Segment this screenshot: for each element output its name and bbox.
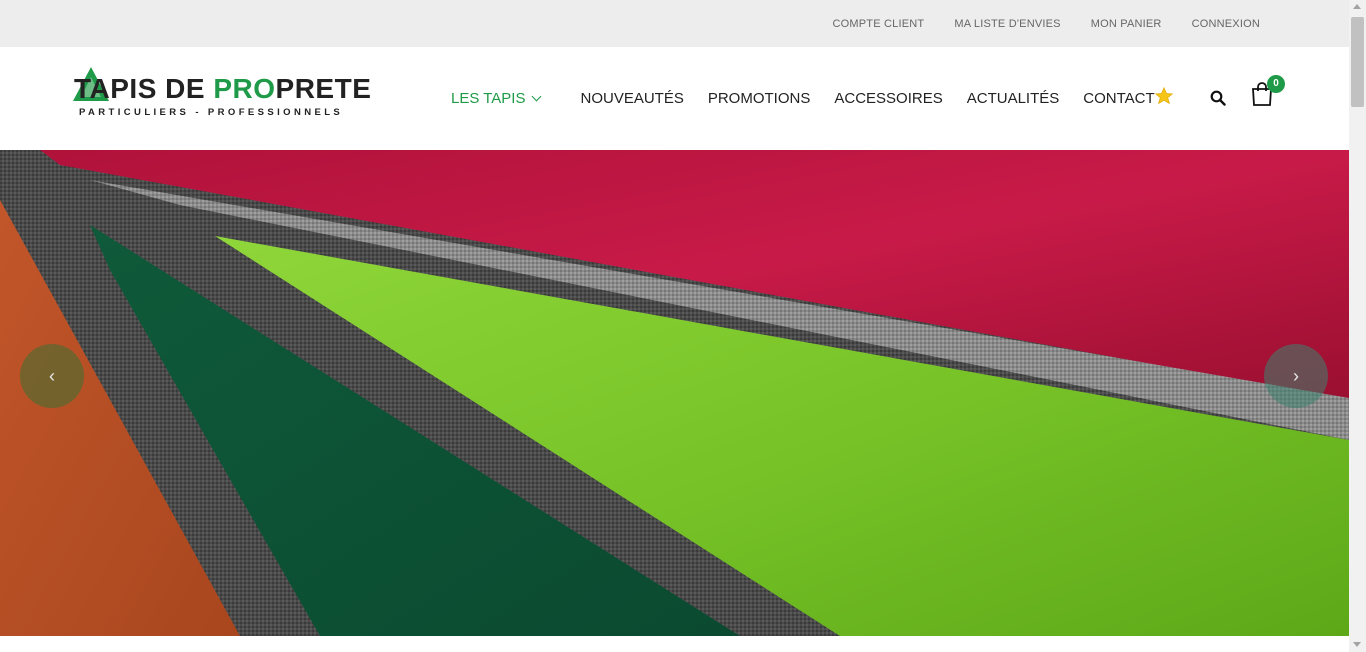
login-link[interactable]: CONNEXION <box>1192 18 1260 30</box>
wishlist-link[interactable]: MA LISTE D'ENVIES <box>954 18 1060 30</box>
account-link[interactable]: COMPTE CLIENT <box>833 18 925 30</box>
cart-count-badge: 0 <box>1267 75 1285 93</box>
chevron-left-icon: ‹ <box>49 366 55 386</box>
site-logo[interactable]: TAPIS DE PROPRETE PARTICULIERS - PROFESS… <box>73 67 371 127</box>
nav-item-contact[interactable]: CONTACT <box>1083 90 1154 107</box>
logo-title: TAPIS DE PROPRETE <box>74 73 372 104</box>
logo-subtitle: PARTICULIERS - PROFESSIONNELS <box>79 107 344 118</box>
search-icon[interactable] <box>1210 90 1226 106</box>
hero-slider: ‹ › <box>0 150 1349 636</box>
scroll-up-arrow-icon[interactable] <box>1353 4 1361 9</box>
cart-link[interactable]: MON PANIER <box>1091 18 1162 30</box>
main-header: TAPIS DE PROPRETE PARTICULIERS - PROFESS… <box>0 47 1349 150</box>
nav-item-les-tapis[interactable]: LES TAPIS <box>451 90 542 107</box>
nav-item-accessoires[interactable]: ACCESSOIRES <box>834 90 942 107</box>
scrollbar-thumb[interactable] <box>1351 17 1364 107</box>
chevron-right-icon: › <box>1293 366 1299 386</box>
slider-prev-button[interactable]: ‹ <box>20 344 84 408</box>
chevron-down-icon <box>532 91 542 102</box>
scroll-down-arrow-icon[interactable] <box>1353 642 1361 647</box>
nav-item-actualites[interactable]: ACTUALITÉS <box>967 90 1060 107</box>
top-utility-bar: COMPTE CLIENT MA LISTE D'ENVIES MON PANI… <box>0 0 1349 47</box>
utility-links: COMPTE CLIENT MA LISTE D'ENVIES MON PANI… <box>833 0 1261 47</box>
main-nav: LES TAPIS NOUVEAUTÉS PROMOTIONS ACCESSOI… <box>451 47 1179 150</box>
slider-next-button[interactable]: › <box>1264 344 1328 408</box>
star-icon[interactable] <box>1154 86 1174 106</box>
hero-carpet-image <box>0 150 1349 636</box>
nav-item-promotions[interactable]: PROMOTIONS <box>708 90 811 107</box>
nav-item-nouveautes[interactable]: NOUVEAUTÉS <box>580 90 683 107</box>
